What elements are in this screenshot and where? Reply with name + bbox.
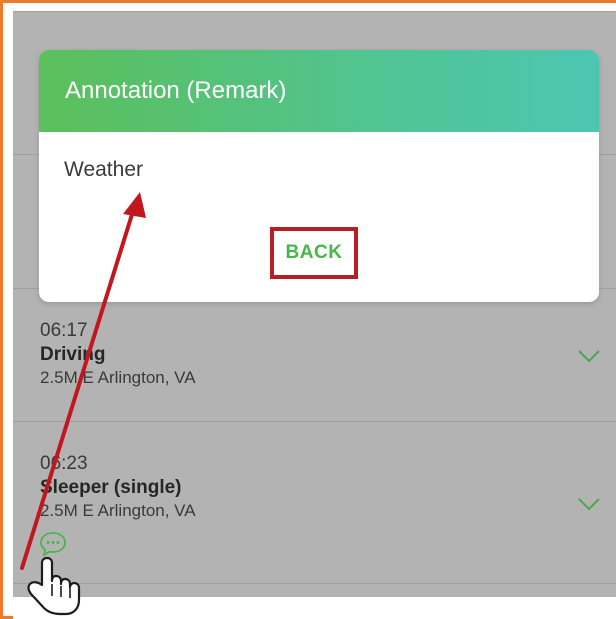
- modal-title: Annotation (Remark): [65, 77, 287, 104]
- back-button[interactable]: BACK: [286, 242, 343, 264]
- log-entry-sleeper[interactable]: 06:23 Sleeper (single) 2.5M E Arlington,…: [40, 452, 196, 522]
- modal-header: Annotation (Remark): [39, 50, 599, 132]
- chevron-down-icon[interactable]: [576, 491, 602, 517]
- log-entry-driving[interactable]: 06:17 Driving 2.5M E Arlington, VA: [40, 319, 196, 389]
- entry-time: 06:23: [40, 453, 88, 474]
- chevron-down-icon[interactable]: [576, 343, 602, 369]
- annotation-modal: Annotation (Remark) Weather BACK: [39, 50, 599, 302]
- entry-status: Driving: [40, 344, 106, 365]
- entry-time: 06:17: [40, 320, 88, 341]
- divider: [13, 583, 616, 584]
- divider: [13, 421, 616, 422]
- bottom-strip: [13, 597, 616, 619]
- back-button-highlight: BACK: [270, 227, 358, 279]
- comment-icon[interactable]: [39, 531, 67, 557]
- remark-text: Weather: [64, 158, 143, 181]
- entry-status: Sleeper (single): [40, 477, 182, 498]
- entry-location: 2.5M E Arlington, VA: [40, 501, 196, 520]
- divider: [13, 11, 616, 12]
- entry-location: 2.5M E Arlington, VA: [40, 368, 196, 387]
